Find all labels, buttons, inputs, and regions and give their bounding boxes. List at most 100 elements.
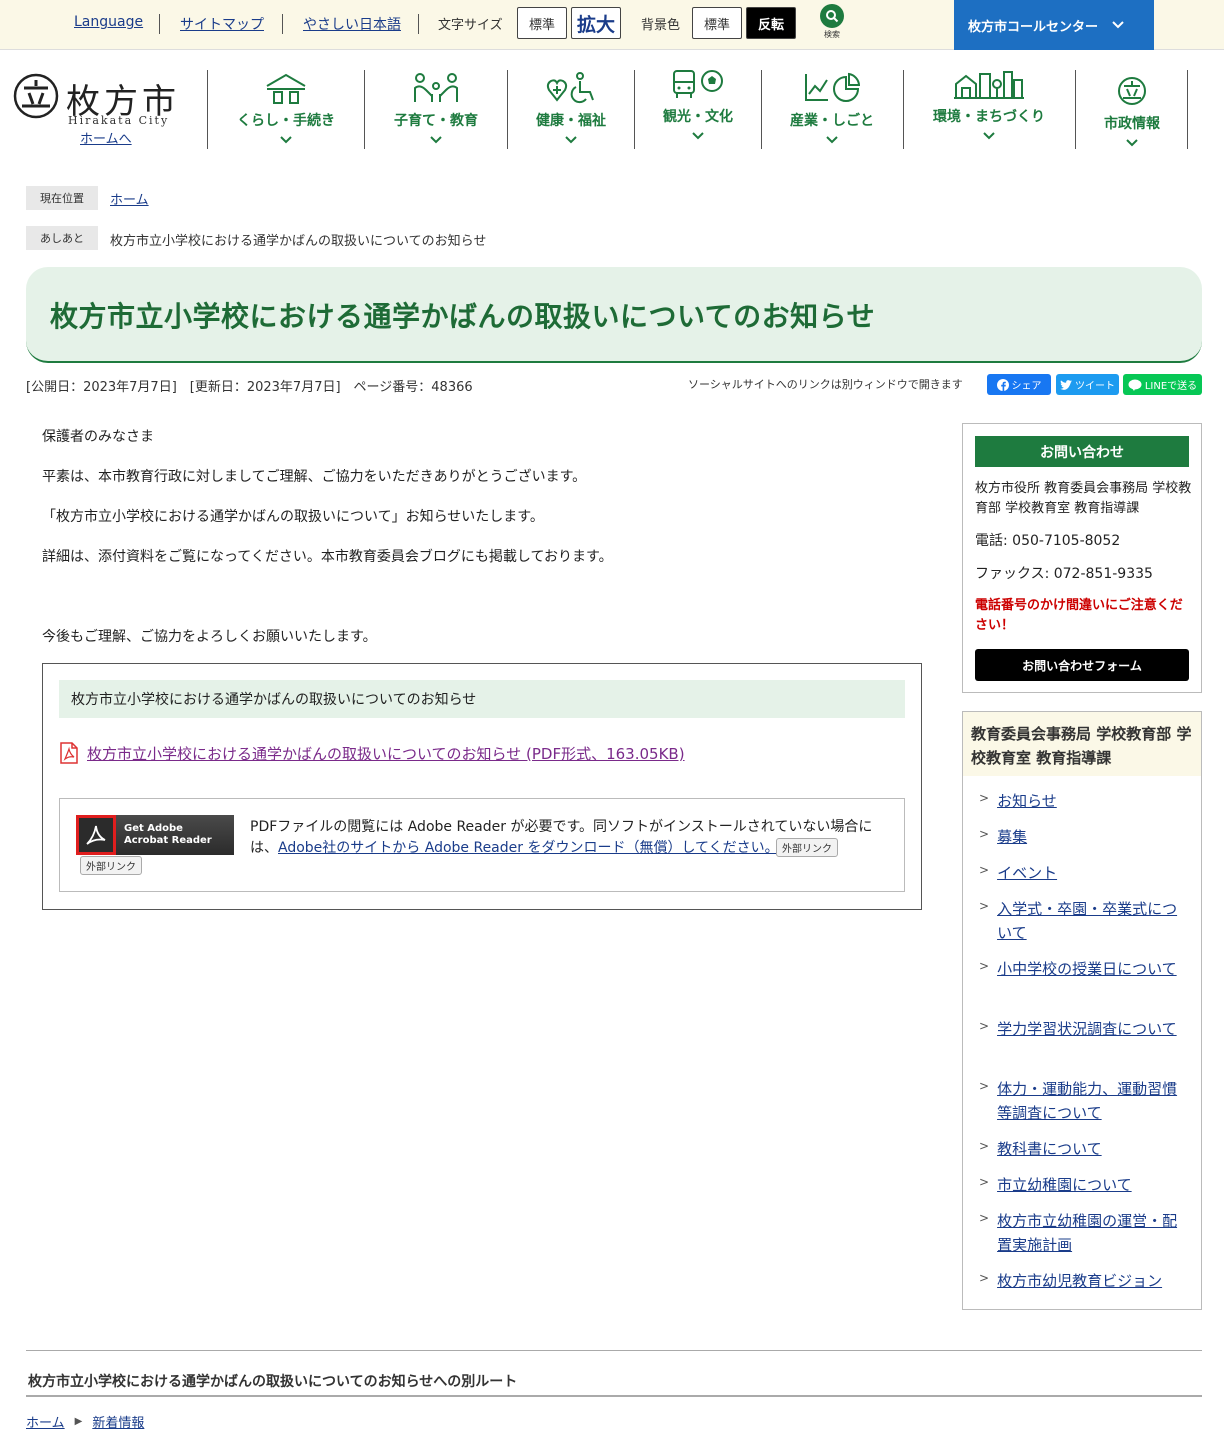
chevron-down-icon xyxy=(983,132,995,140)
body-paragraph: 平素は、本市教育行政に対しましてご理解、ご協力をいただきありがとうございます。 xyxy=(42,469,587,485)
chevron-right-icon: > xyxy=(979,791,990,805)
divider xyxy=(159,14,160,34)
other-route-heading: 枚方市立小学校における通学かばんの取扱いについてのお知らせへの別ルート xyxy=(28,1374,518,1390)
department-nav-link[interactable]: 学力学習状況調査について xyxy=(997,1017,1177,1041)
twitter-bird-icon xyxy=(1060,379,1072,390)
city-emblem-icon xyxy=(1118,77,1146,105)
department-nav-item[interactable]: > イベント xyxy=(979,861,1189,885)
department-nav-link[interactable]: 教科書について xyxy=(997,1137,1102,1161)
adobe-badge-line2: Acrobat Reader xyxy=(124,835,212,846)
nav-label: 産業・しごと xyxy=(790,113,874,129)
nav-kenko[interactable]: 健康・福祉 xyxy=(508,64,634,154)
nav-label: 健康・福祉 xyxy=(536,113,606,129)
divider xyxy=(26,1395,1202,1397)
department-nav-item[interactable]: > 体力・運動能力、運動習慣等調査について xyxy=(979,1077,1189,1125)
department-nav-link[interactable]: 小中学校の授業日について xyxy=(997,957,1177,981)
pdf-download-link[interactable]: 枚方市立小学校における通学かばんの取扱いについてのお知らせ (PDF形式、163… xyxy=(87,743,685,764)
nav-kurashi[interactable]: くらし・手続き xyxy=(208,64,364,154)
chevron-down-icon xyxy=(692,132,704,140)
bg-invert-button[interactable]: 反転 xyxy=(746,7,796,39)
nav-kanko[interactable]: 観光・文化 xyxy=(635,60,761,150)
contact-department: 枚方市役所 教育委員会事務局 学校教育部 学校教育室 教育指導課 xyxy=(975,481,1192,516)
nav-kankyo[interactable]: 環境・まちづくり xyxy=(904,60,1074,150)
nav-shisei[interactable]: 市政情報 xyxy=(1076,67,1188,157)
page-title-box: 枚方市立小学校における通学かばんの取扱いについてのお知らせ xyxy=(26,267,1202,363)
font-standard-button[interactable]: 標準 xyxy=(517,7,567,39)
department-nav-link[interactable]: 募集 xyxy=(997,825,1027,849)
department-nav-link[interactable]: 枚方市幼児教育ビジョン xyxy=(997,1269,1162,1293)
bg-standard-button[interactable]: 標準 xyxy=(692,7,742,39)
nav-sangyo[interactable]: 産業・しごと xyxy=(762,64,902,154)
department-nav-item[interactable]: > 市立幼稚園について xyxy=(979,1173,1189,1197)
sitemap-link[interactable]: サイトマップ xyxy=(180,14,264,34)
twitter-share-button[interactable]: ツイート xyxy=(1056,374,1119,395)
get-adobe-reader-badge[interactable]: Get Adobe Acrobat Reader xyxy=(76,815,234,855)
nav-label: 市政情報 xyxy=(1104,116,1160,132)
contact-form-button[interactable]: お問い合わせフォーム xyxy=(975,649,1189,681)
facebook-share-button[interactable]: シェア xyxy=(987,374,1051,395)
chevron-right-icon: > xyxy=(979,959,990,973)
attachment-box: 枚方市立小学校における通学かばんの取扱いについてのお知らせ 枚方市立小学校におけ… xyxy=(42,663,922,910)
body-paragraph: 詳細は、添付資料をご覧になってください。本市教育委員会ブログにも掲載しております… xyxy=(42,549,613,565)
department-nav-item[interactable]: > 教科書について xyxy=(979,1137,1189,1161)
nav-label: くらし・手続き xyxy=(237,113,335,129)
divider xyxy=(282,14,283,34)
external-link-tag: 外部リンク xyxy=(776,838,838,857)
department-nav-item[interactable]: > 枚方市幼児教育ビジョン xyxy=(979,1269,1189,1293)
facebook-icon xyxy=(996,378,1009,391)
language-link[interactable]: Language xyxy=(74,14,143,30)
page-title: 枚方市立小学校における通学かばんの取扱いについてのお知らせ xyxy=(50,300,876,333)
department-nav-item[interactable]: > 小中学校の授業日について xyxy=(979,957,1189,981)
chevron-right-icon: > xyxy=(979,1139,990,1153)
department-nav-link[interactable]: 枚方市立幼稚園の運営・配置実施計画 xyxy=(997,1209,1189,1257)
department-nav-item[interactable]: > 入学式・卒園・卒業式について xyxy=(979,897,1189,945)
page-meta: [公開日：2023年7月7日] [更新日：2023年7月7日] ページ番号：48… xyxy=(26,380,473,395)
chevron-down-icon xyxy=(826,136,838,144)
contact-fax: ファックス: 072-851-9335 xyxy=(975,566,1153,582)
chevron-down-icon xyxy=(1112,21,1124,29)
chart-icon xyxy=(805,72,860,102)
nav-label: 観光・文化 xyxy=(663,109,733,125)
department-nav-link[interactable]: お知らせ xyxy=(997,789,1057,813)
current-location-label: 現在位置 xyxy=(26,186,98,210)
chevron-right-icon: > xyxy=(979,1019,990,1033)
nav-kosodate[interactable]: 子育て・教育 xyxy=(365,64,507,154)
body-paragraph: 今後もご理解、ご協力をよろしくお願いいたします。 xyxy=(42,629,377,645)
chevron-right-icon: > xyxy=(979,899,990,913)
search-icon xyxy=(820,4,844,28)
other-route-breadcrumb: ホーム ▶ 新着情報 xyxy=(26,1412,144,1430)
department-nav-item[interactable]: > お知らせ xyxy=(979,789,1189,813)
facebook-share-label: シェア xyxy=(1011,381,1042,392)
other-route-news-link[interactable]: 新着情報 xyxy=(92,1412,144,1430)
attachment-heading: 枚方市立小学校における通学かばんの取扱いについてのお知らせ xyxy=(59,680,905,718)
breadcrumb-home-link[interactable]: ホーム xyxy=(110,189,149,208)
department-nav-link[interactable]: 体力・運動能力、運動習慣等調査について xyxy=(997,1077,1189,1125)
nav-label: 環境・まちづくり xyxy=(933,109,1045,125)
department-nav-link[interactable]: 入学式・卒園・卒業式について xyxy=(997,897,1189,945)
health-wheelchair-icon xyxy=(546,72,594,104)
logo-roman: Hirakata City xyxy=(68,114,170,127)
home-link[interactable]: ホームへ xyxy=(80,128,132,147)
contact-panel: お問い合わせ 枚方市役所 教育委員会事務局 学校教育部 学校教育室 教育指導課 … xyxy=(962,423,1202,693)
department-nav-item[interactable]: > 学力学習状況調査について xyxy=(979,1017,1189,1041)
twitter-share-label: ツイート xyxy=(1075,381,1115,392)
bus-ball-icon xyxy=(673,70,723,98)
other-route-home-link[interactable]: ホーム xyxy=(26,1412,65,1430)
font-large-button[interactable]: 拡大 xyxy=(571,7,621,39)
search-button[interactable]: 検索 xyxy=(818,4,846,40)
adobe-download-link[interactable]: Adobe社のサイトから Adobe Reader をダウンロード（無償）してく… xyxy=(278,840,779,856)
external-link-tag: 外部リンク xyxy=(80,856,142,875)
line-share-button[interactable]: LINEで送る xyxy=(1123,374,1202,395)
bg-color-label: 背景色 xyxy=(641,18,681,33)
department-nav-link[interactable]: 市立幼稚園について xyxy=(997,1173,1132,1197)
contact-phone: 電話: 050-7105-8052 xyxy=(975,533,1121,549)
easy-japanese-link[interactable]: やさしい日本語 xyxy=(303,14,401,34)
family-icon xyxy=(414,73,458,102)
call-center-button[interactable]: 枚方市コールセンター xyxy=(954,0,1154,50)
site-logo[interactable]: 枚方市 Hirakata City ホームへ xyxy=(12,72,182,148)
department-nav-item[interactable]: > 枚方市立幼稚園の運営・配置実施計画 xyxy=(979,1209,1189,1257)
department-nav-link[interactable]: イベント xyxy=(997,861,1057,885)
body-paragraph: 「枚方市立小学校における通学かばんの取扱いについて」お知らせいたします。 xyxy=(42,509,544,525)
acrobat-icon xyxy=(76,815,116,855)
department-nav-item[interactable]: > 募集 xyxy=(979,825,1189,849)
